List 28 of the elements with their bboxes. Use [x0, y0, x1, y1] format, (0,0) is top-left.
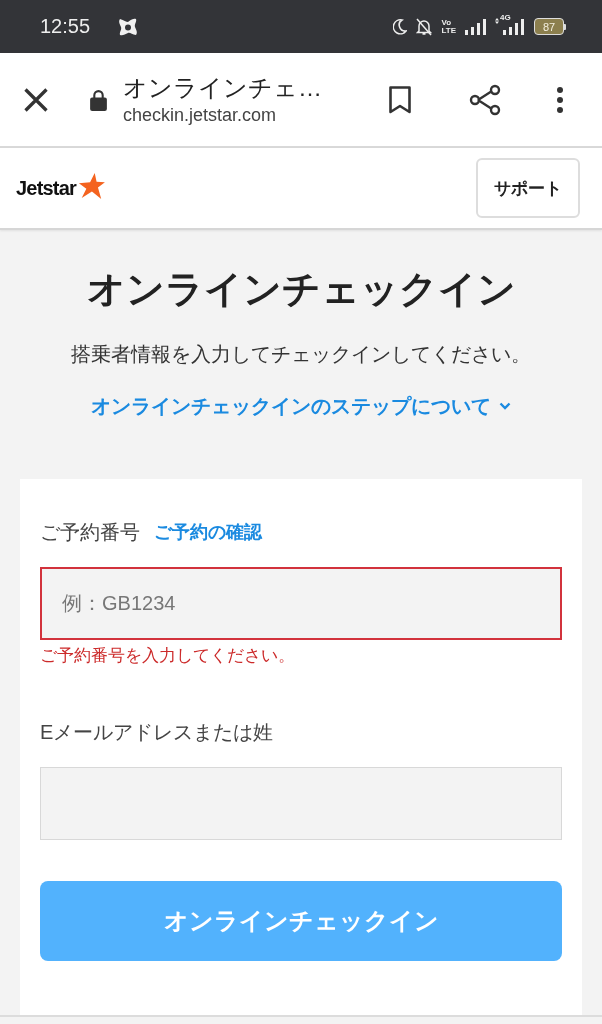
clock-time: 12:55 — [40, 15, 91, 38]
moon-icon — [393, 18, 408, 35]
logo-text: Jetstar — [16, 176, 76, 200]
signal-icon — [465, 18, 486, 35]
bookmark-icon — [389, 85, 411, 114]
field-label: Eメールアドレスまたは姓 — [40, 720, 274, 745]
steps-link[interactable]: オンラインチェックインのステップについて — [91, 392, 511, 420]
splat-icon — [118, 17, 139, 36]
checkin-button[interactable]: オンラインチェックイン — [40, 881, 562, 961]
page-url: checkin.jetstar.com — [123, 103, 278, 127]
star-icon — [77, 173, 105, 199]
page-title: オンラインチェ… — [123, 72, 323, 103]
error-message: ご予約番号を入力してください。 — [40, 645, 296, 667]
booking-lookup-link[interactable]: ご予約の確認 — [154, 520, 262, 544]
description-text: 搭乗者情報を入力してチェックインしてください。 — [71, 342, 531, 367]
bell-off-icon — [416, 17, 433, 36]
share-icon — [469, 83, 501, 116]
lock-icon — [90, 88, 107, 111]
more-icon — [557, 86, 563, 113]
volte-label: Vo LTE — [441, 18, 456, 35]
close-icon — [24, 87, 48, 112]
field-label: ご予約番号 — [40, 520, 140, 545]
network-type-label: 4G — [500, 14, 511, 22]
battery-percentage: 87 — [542, 20, 556, 33]
page-heading: オンラインチェックイン — [86, 267, 516, 312]
support-button[interactable]: サポート — [476, 158, 580, 218]
signal-icon — [495, 18, 525, 35]
input-field[interactable]: 例：GB1234 — [40, 567, 562, 640]
